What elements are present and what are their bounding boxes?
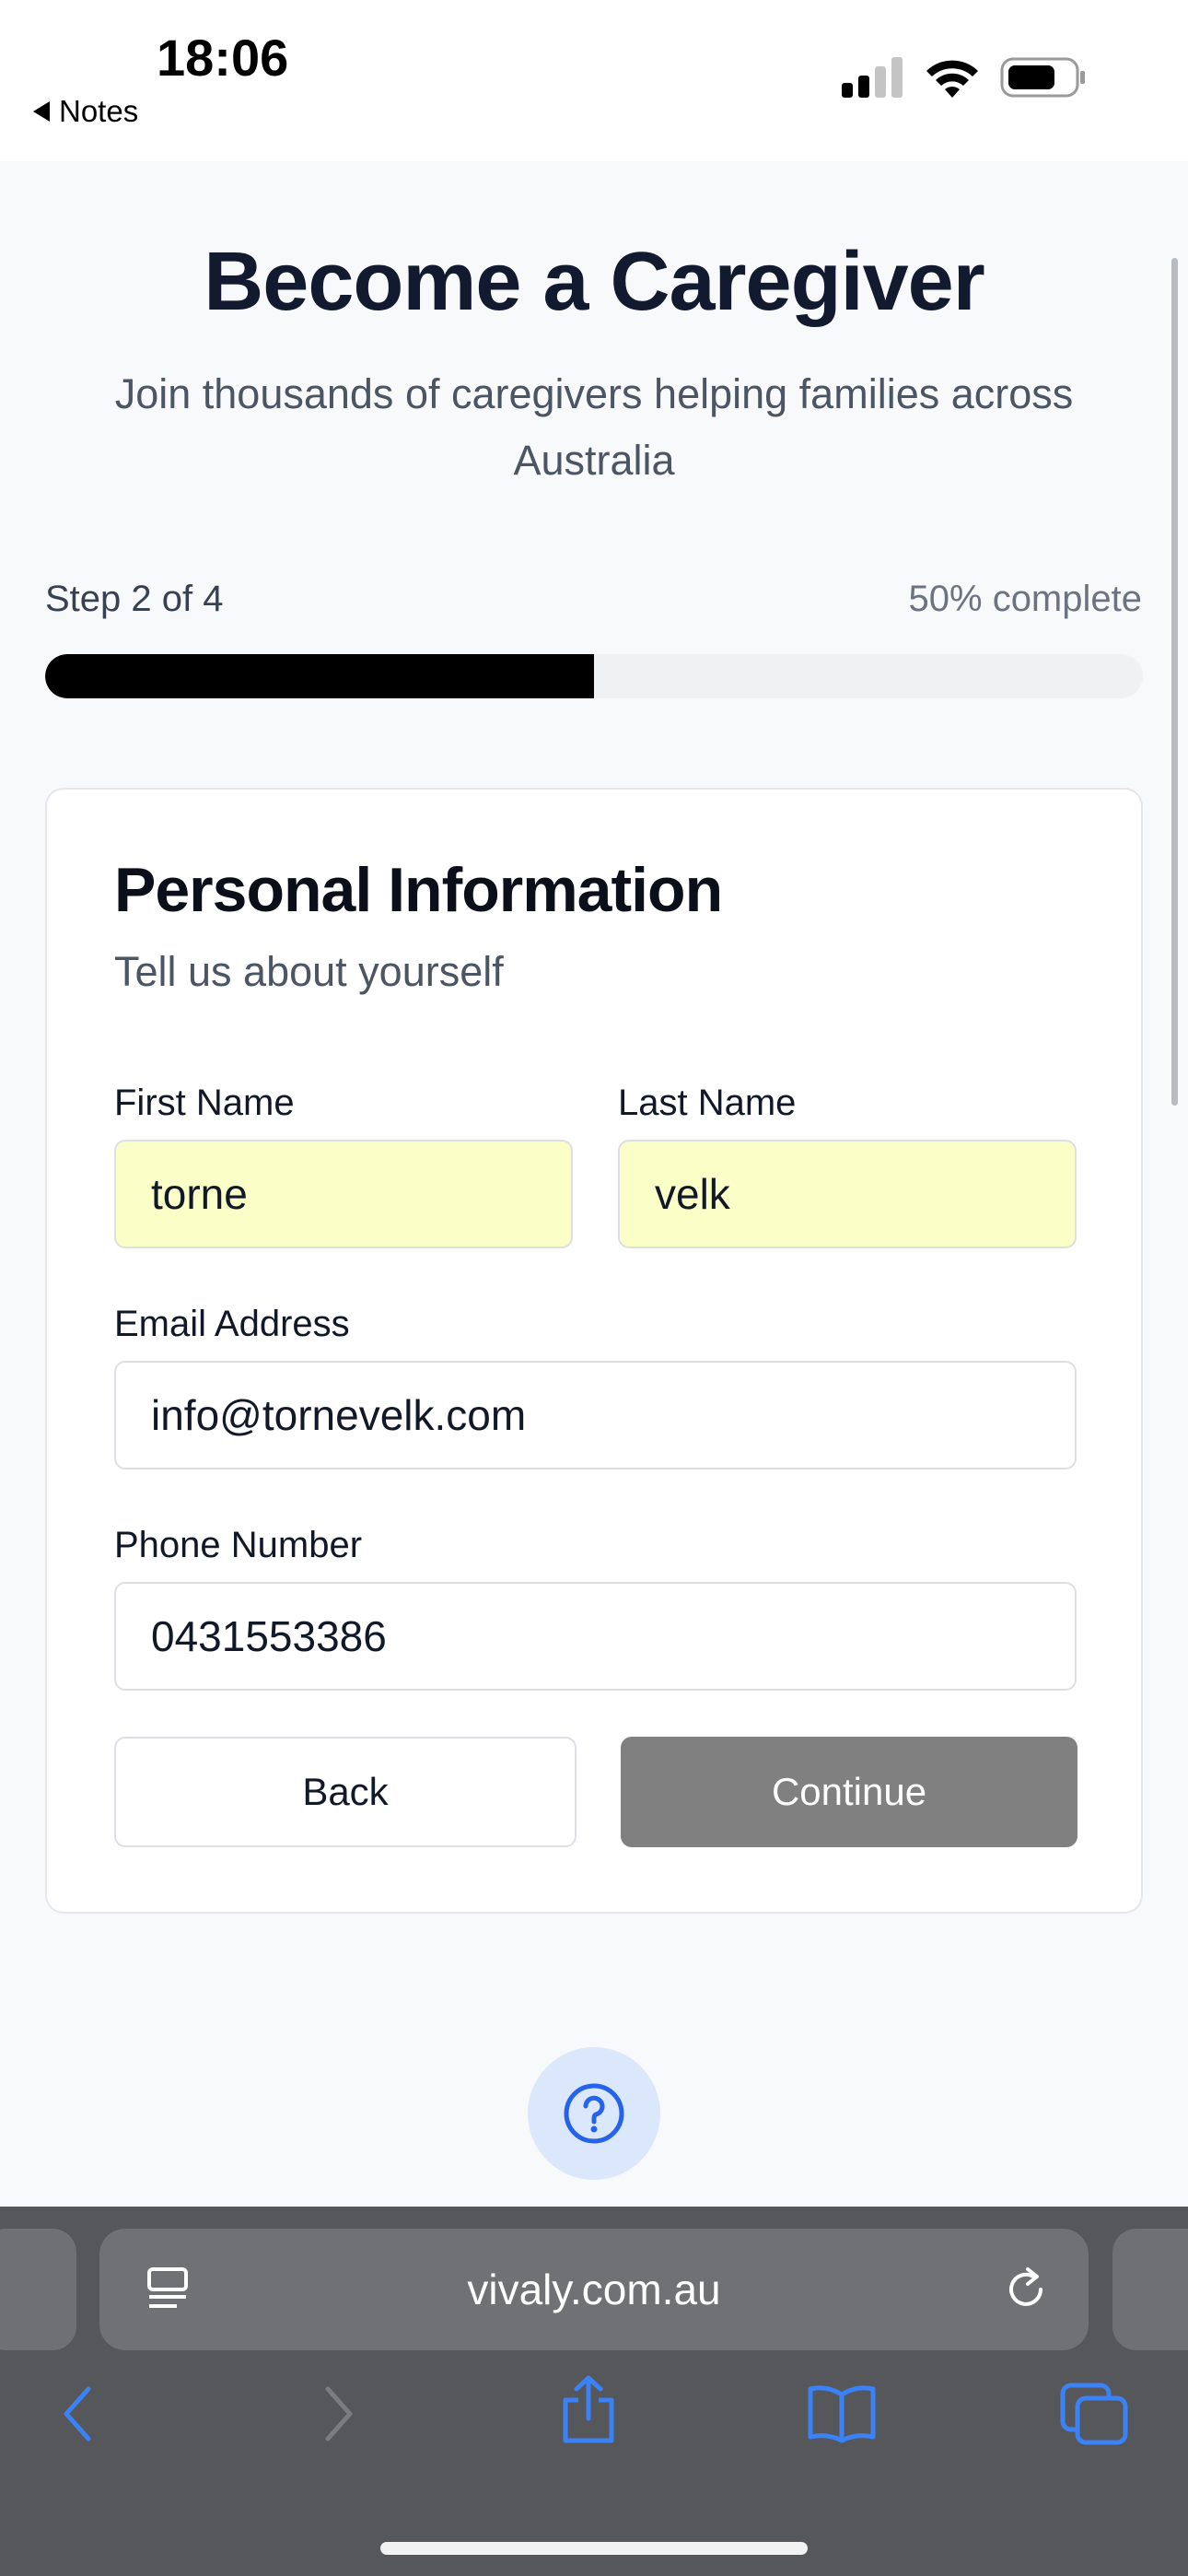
battery-icon	[1000, 57, 1085, 98]
progress-percent: 50% complete	[908, 579, 1142, 619]
page-menu-icon[interactable]	[146, 2266, 192, 2313]
step-label: Step 2 of 4	[45, 579, 224, 619]
progress-bar-fill	[45, 654, 594, 698]
previous-tab-preview[interactable]	[0, 2229, 76, 2350]
reload-icon[interactable]	[1000, 2264, 1052, 2315]
help-circle-icon	[564, 2083, 624, 2144]
forward-arrow-icon[interactable]	[319, 2382, 359, 2446]
back-triangle-icon	[33, 101, 50, 122]
status-time: 18:06	[157, 29, 289, 87]
wifi-icon	[926, 60, 978, 98]
back-button[interactable]: Back	[114, 1737, 577, 1847]
first-name-input[interactable]: torne	[114, 1140, 573, 1248]
last-name-label: Last Name	[618, 1083, 797, 1123]
progress-bar	[45, 654, 1143, 698]
help-button[interactable]	[528, 2047, 660, 2180]
status-icons	[842, 57, 1087, 98]
card-title: Personal Information	[114, 855, 723, 925]
continue-button[interactable]: Continue	[621, 1737, 1077, 1847]
back-to-notes-link[interactable]: Notes	[33, 94, 138, 129]
tabs-icon[interactable]	[1059, 2382, 1129, 2446]
personal-info-card: Personal Information Tell us about yours…	[45, 788, 1143, 1914]
home-indicator	[380, 2542, 808, 2555]
phone-input[interactable]: 0431553386	[114, 1582, 1077, 1691]
page-scrollbar[interactable]	[1171, 258, 1178, 1106]
last-name-input[interactable]: velk	[618, 1140, 1077, 1248]
back-to-notes-label: Notes	[59, 94, 139, 128]
status-bar: 18:06 Notes	[0, 0, 1188, 161]
next-tab-preview[interactable]	[1112, 2229, 1188, 2350]
phone-label: Phone Number	[114, 1525, 363, 1565]
share-icon[interactable]	[556, 2372, 621, 2446]
address-bar[interactable]: vivaly.com.au	[99, 2229, 1089, 2350]
page-subtitle: Join thousands of caregivers helping fam…	[114, 370, 1074, 484]
address-bar-url: vivaly.com.au	[467, 2266, 721, 2313]
back-arrow-icon[interactable]	[57, 2382, 98, 2446]
first-name-label: First Name	[114, 1083, 295, 1123]
card-subtitle: Tell us about yourself	[114, 948, 504, 995]
page-title: Become a Caregiver	[204, 236, 984, 328]
email-input[interactable]: info@tornevelk.com	[114, 1361, 1077, 1469]
email-label: Email Address	[114, 1304, 350, 1344]
bookmarks-icon[interactable]	[805, 2382, 879, 2446]
cellular-signal-icon	[842, 57, 903, 98]
browser-bottom-bar: vivaly.com.au	[0, 2207, 1188, 2576]
